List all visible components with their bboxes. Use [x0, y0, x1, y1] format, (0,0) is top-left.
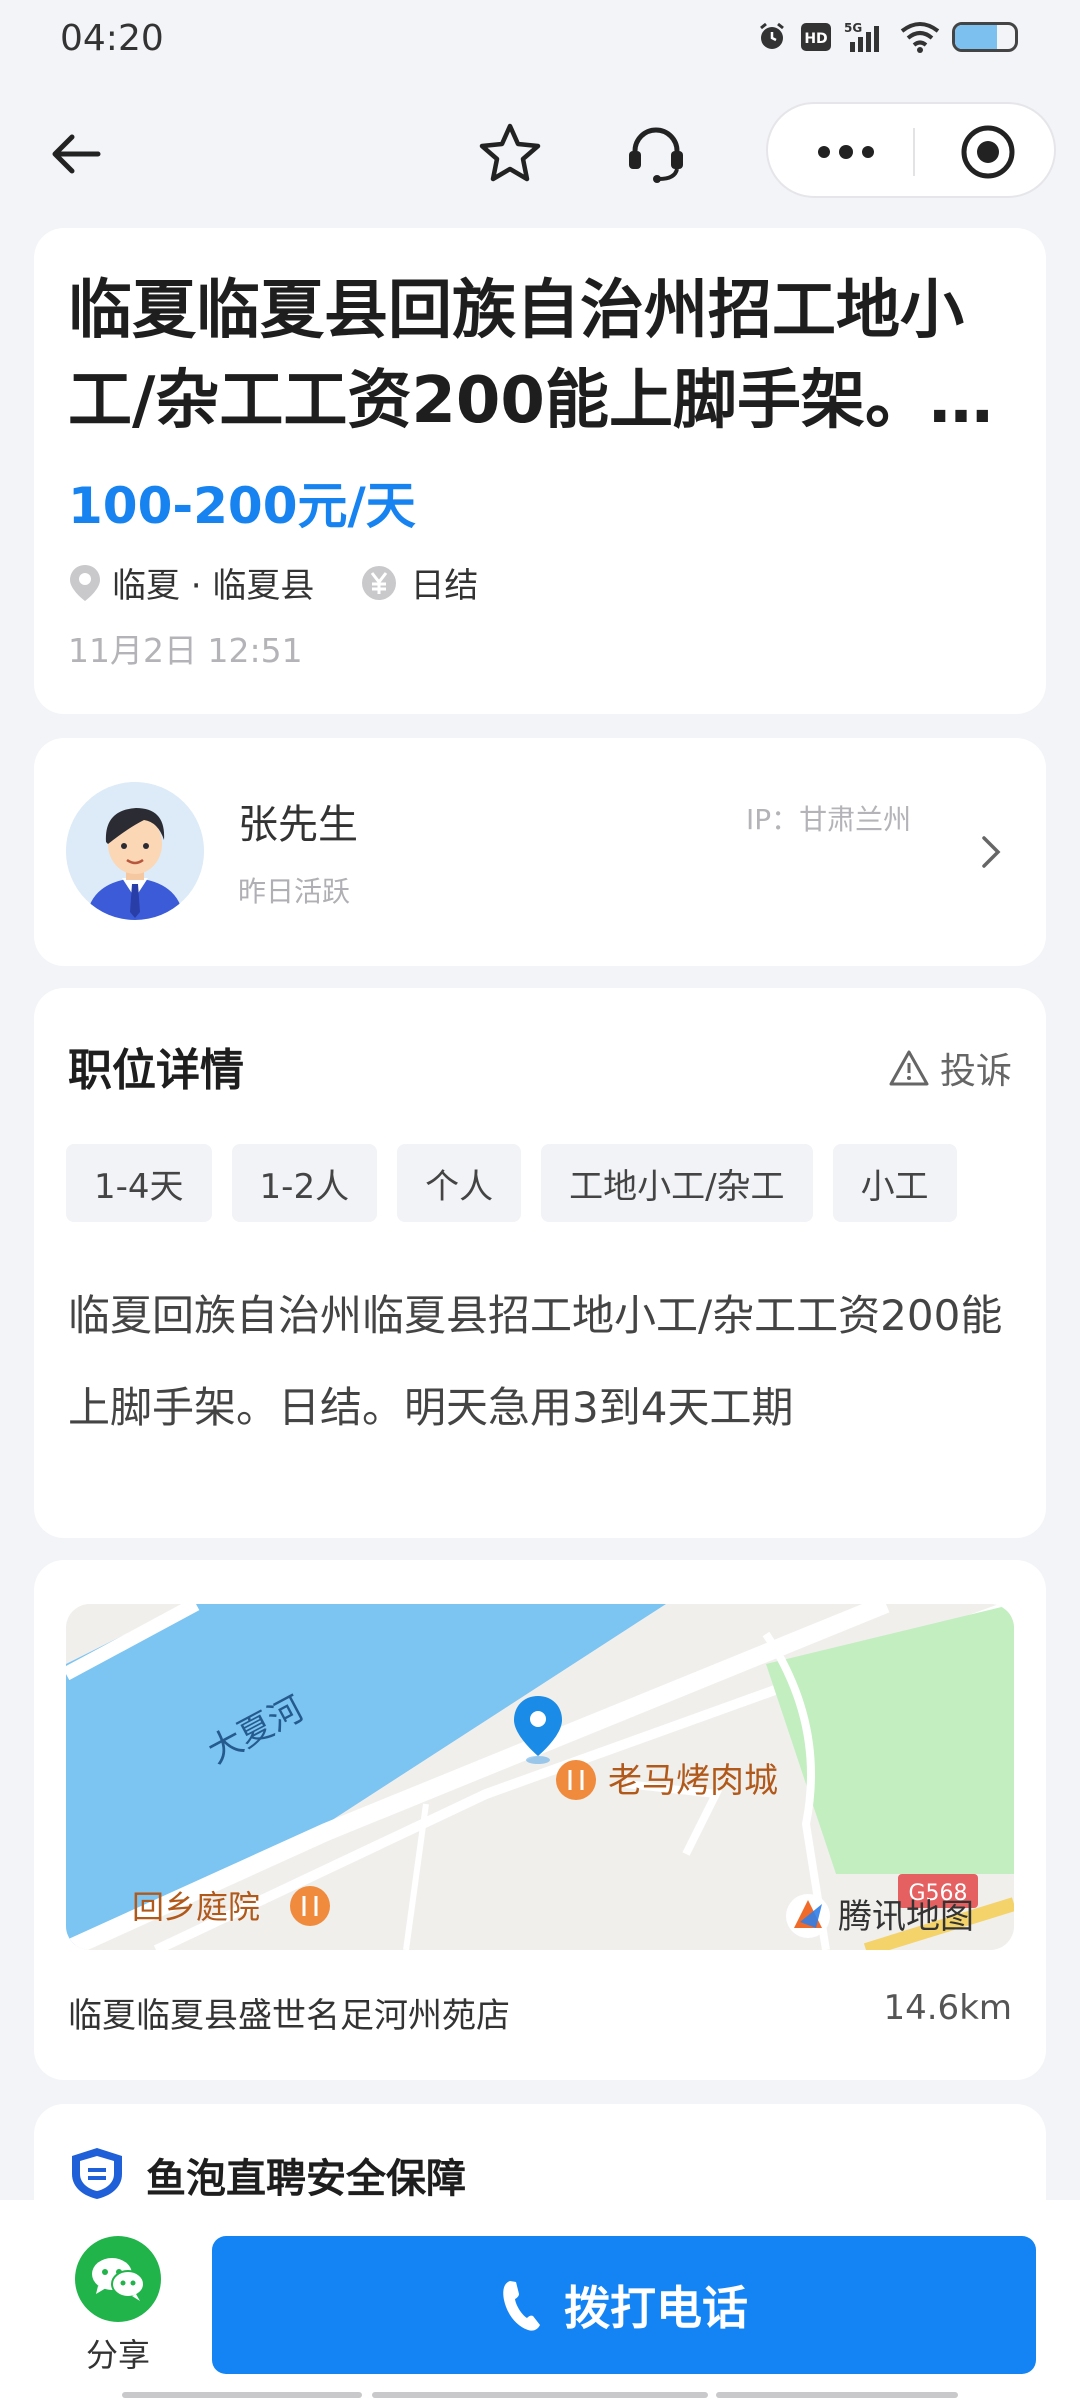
map-view[interactable]: 大夏河 老马烤肉城 回乡庭院 G568 腾讯地图: [66, 1604, 1014, 1950]
nav-bar: [0, 96, 1080, 206]
location-pin-icon: [70, 564, 100, 601]
restaurant-poi-icon: [556, 1760, 596, 1800]
call-button[interactable]: 拨打电话: [212, 2236, 1036, 2374]
poi-label: 回乡庭院: [132, 1888, 260, 1926]
job-meta: 临夏 · 临夏县 日结: [68, 558, 478, 607]
share-label: 分享: [85, 2336, 150, 2374]
wechat-icon: [75, 2236, 161, 2322]
target-icon: [961, 125, 1015, 179]
wifi-icon: [900, 21, 940, 53]
hd-icon: HD: [800, 22, 832, 52]
mini-program-capsule: [766, 102, 1056, 198]
salary: 100-200元/天: [68, 477, 416, 535]
publisher-name: 张先生: [238, 802, 358, 848]
bottom-action-bar: 分享 拨打电话: [0, 2200, 1080, 2408]
yuan-coin-icon: [362, 565, 397, 600]
job-tag: 个人: [397, 1144, 522, 1222]
job-location: 临夏 · 临夏县: [112, 566, 315, 606]
gesture-bar: [372, 2392, 708, 2398]
phone-icon: [500, 2278, 544, 2332]
job-summary-card: 临夏临夏县回族自治州招工地小工/杂工工资200能上脚手架。日结。明天急用3到4天…: [34, 228, 1046, 714]
job-tag: 1-2人: [231, 1144, 378, 1222]
back-arrow-icon: [52, 134, 101, 174]
gesture-bar: [122, 2392, 362, 2398]
warning-icon: [889, 1050, 929, 1086]
svg-text:HD: HD: [804, 31, 827, 47]
publisher-ip: IP：甘肃兰州: [746, 803, 912, 836]
job-description: 临夏回族自治州临夏县招工地小工/杂工工资200能上脚手架。日结。明天急用3到4天…: [68, 1291, 1003, 1432]
shield-icon: [72, 2148, 122, 2199]
capsule-divider: [913, 128, 915, 176]
location-card[interactable]: 大夏河 老马烤肉城 回乡庭院 G568 腾讯地图 临夏临夏县盛世名足河州苑店 1…: [34, 1560, 1046, 2080]
alarm-icon: [756, 21, 788, 53]
report-label: 投诉: [939, 1051, 1012, 1092]
close-mini-program-button[interactable]: [950, 118, 1026, 186]
status-time: 04:20: [60, 18, 164, 59]
customer-service-button[interactable]: [620, 118, 692, 190]
safety-title: 鱼泡直聘安全保障: [146, 2156, 466, 2202]
chevron-right-icon: [976, 832, 1006, 872]
post-date: 11月2日 12:51: [68, 631, 303, 670]
job-tag: 小工: [832, 1144, 957, 1222]
svg-text:腾讯地图: 腾讯地图: [838, 1897, 974, 1937]
job-tag: 1-4天: [66, 1144, 212, 1222]
tencent-map-logo: 腾讯地图: [786, 1894, 974, 1938]
address: 临夏临夏县盛世名足河州苑店: [68, 1996, 510, 2036]
star-icon: [479, 123, 541, 182]
battery-icon: [952, 22, 1018, 52]
back-button[interactable]: [44, 122, 108, 186]
call-label: 拨打电话: [564, 2281, 748, 2335]
section-title: 职位详情: [68, 1045, 244, 1096]
job-tags: 1-4天 1-2人 个人 工地小工/杂工 小工: [66, 1144, 957, 1222]
publisher-card[interactable]: 张先生 昨日活跃 IP：甘肃兰州: [34, 738, 1046, 966]
more-button[interactable]: [802, 118, 890, 186]
favorite-button[interactable]: [474, 118, 546, 190]
signal-5g-icon: 5G: [844, 20, 888, 54]
more-icon: [818, 145, 874, 159]
payment-type: 日结: [410, 566, 479, 606]
gesture-bar: [716, 2392, 958, 2398]
customer-service-icon: [629, 127, 683, 183]
distance: 14.6km: [883, 1988, 1012, 2028]
job-tag: 工地小工/杂工: [541, 1144, 813, 1222]
status-bar: 04:20 HD 5G: [0, 0, 1080, 80]
share-button[interactable]: 分享: [70, 2236, 166, 2376]
avatar: [66, 782, 204, 920]
job-title: 临夏临夏县回族自治州招工地小工/杂工工资200能上脚手架。日结。明天急用3到4天…: [68, 274, 993, 438]
poi-label: 老马烤肉城: [608, 1761, 778, 1801]
report-button[interactable]: 投诉: [888, 1042, 1012, 1094]
publisher-activity: 昨日活跃: [238, 875, 351, 908]
svg-text:5G: 5G: [844, 21, 862, 35]
status-icons: HD 5G: [756, 20, 1018, 54]
job-detail-card: 职位详情 投诉 1-4天 1-2人 个人 工地小工/杂工 小工 临夏回族自治州临…: [34, 988, 1046, 1538]
restaurant-poi-icon: [290, 1886, 330, 1926]
